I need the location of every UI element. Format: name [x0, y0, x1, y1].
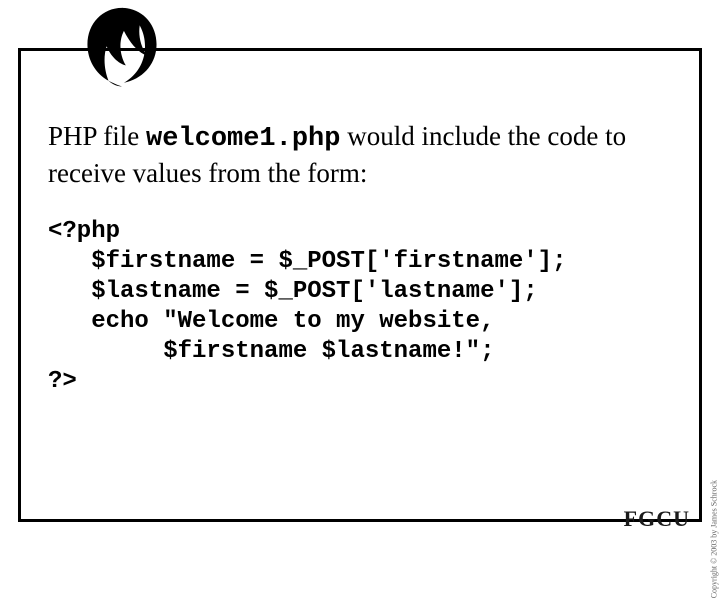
- code-line: ?>: [48, 367, 672, 397]
- fgcu-logo: FGCU: [624, 506, 690, 532]
- code-line: $lastname = $_POST['lastname'];: [48, 277, 672, 307]
- slide-content: PHP file welcome1.php would include the …: [48, 120, 672, 397]
- code-line: echo "Welcome to my website,: [48, 307, 672, 337]
- heading: PHP file welcome1.php would include the …: [48, 120, 672, 191]
- code-line: <?php: [48, 217, 672, 247]
- heading-filename: welcome1.php: [146, 124, 340, 154]
- code-line: $firstname = $_POST['firstname'];: [48, 247, 672, 277]
- copyright-text: Copyright © 2003 by James Schrock: [709, 480, 718, 598]
- code-line: $firstname $lastname!";: [48, 337, 672, 367]
- code-block: <?php $firstname = $_POST['firstname']; …: [48, 217, 672, 397]
- eagle-logo: [74, 4, 170, 92]
- heading-prefix: PHP file: [48, 121, 146, 151]
